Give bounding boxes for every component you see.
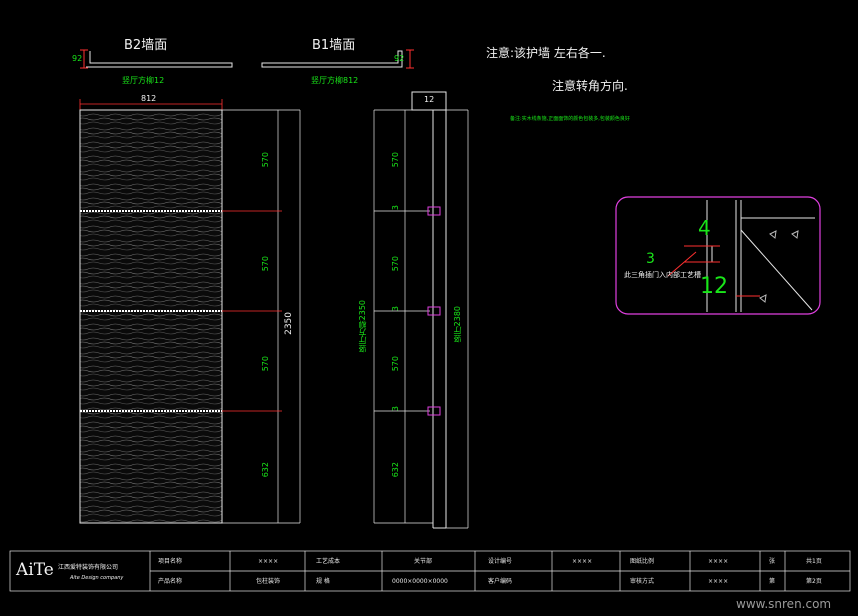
detail-label: 此三角插门入内部工艺槽	[624, 271, 701, 279]
front-dim-3: 570	[261, 356, 270, 372]
tb-r1-c8: ××××	[708, 558, 729, 565]
width-dim-label: 812	[141, 94, 157, 103]
side-dim-4: 3	[391, 306, 400, 312]
company-logo: AiTe	[16, 560, 54, 580]
tb-r1-c2: ××××	[258, 558, 279, 565]
note-small: 备注:实木线条施,正面面饰的颜色包装多,包装颜色良好	[510, 116, 630, 122]
tb-r1-c4: 关节部	[414, 558, 433, 565]
tb-r2-c2: 包柱装饰	[256, 578, 281, 585]
b2-label: 竖厅方柳12	[122, 76, 165, 85]
side-dim-2: 3	[391, 205, 400, 211]
tb-r2-c10: 第2页	[806, 578, 822, 585]
side-dim-6: 3	[391, 406, 400, 412]
watermark: www.snren.com	[736, 597, 832, 611]
tb-r1-c3: 工艺成本	[316, 558, 341, 565]
company-name-cn: 江西爱特装饰有限公司	[58, 564, 119, 571]
tb-r2-c1: 产品名称	[158, 578, 183, 585]
detail-mark: 3	[646, 251, 655, 267]
note-line-2: 注意转角方向.	[552, 79, 628, 93]
cad-drawing	[9, 49, 851, 592]
front-dim-1: 570	[261, 152, 270, 168]
tb-r1-c9: 张	[769, 558, 776, 565]
tb-r1-c6: ××××	[572, 558, 593, 565]
detail-num-top: 4	[698, 216, 711, 240]
side-dim-label: 12	[424, 95, 435, 104]
side-dim-right-total: 竖厅2380	[453, 306, 462, 343]
b1-title: B1墙面	[312, 38, 356, 53]
tb-r2-c9: 第	[769, 578, 776, 585]
b2-title: B2墙面	[124, 38, 168, 53]
side-dim-left-total: 竖厅方柳2350	[358, 300, 367, 353]
side-dim-3: 570	[391, 256, 400, 272]
b1-thickness: 92	[394, 54, 405, 63]
b2-thickness: 92	[72, 54, 83, 63]
company-name-en: Aite Design company	[70, 575, 124, 581]
tb-r2-c8: ××××	[708, 578, 729, 585]
note-line-1: 注意:该护墙 左右各一.	[486, 46, 606, 60]
tb-r1-c5: 设计编号	[488, 558, 513, 565]
side-dim-1: 570	[391, 152, 400, 168]
tb-r2-c3: 规 格	[316, 578, 330, 585]
detail-num-bottom: 12	[700, 274, 728, 299]
b1-label: 竖厅方柳812	[311, 76, 359, 85]
front-dim-2: 570	[261, 256, 270, 272]
tb-r2-c7: 审核方式	[630, 578, 655, 585]
side-dim-7: 632	[391, 462, 400, 478]
tb-r1-c7: 图纸比例	[630, 558, 655, 565]
side-dim-5: 570	[391, 356, 400, 372]
front-dim-total: 2350	[284, 312, 294, 335]
tb-r2-c4: 0000×0000×0000	[392, 578, 448, 585]
title-block	[9, 550, 851, 592]
tb-r1-c10: 共1页	[806, 558, 822, 565]
front-elevation	[79, 109, 223, 524]
front-dim-4: 632	[261, 462, 270, 478]
tb-r2-c5: 客户编码	[488, 578, 513, 585]
tb-r1-c1: 项目名称	[158, 558, 183, 565]
